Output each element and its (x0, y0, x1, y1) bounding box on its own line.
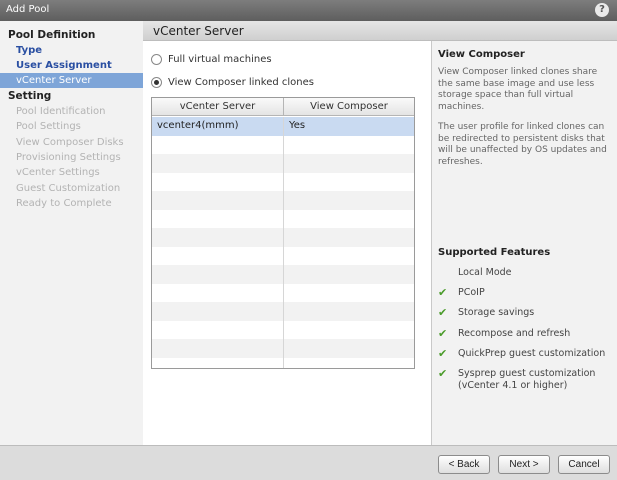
empty-row (152, 172, 414, 191)
feature-item: ✔ Sysprep guest customization (vCenter 4… (438, 368, 614, 391)
features-title: Supported Features (438, 247, 551, 258)
option-linked-clones[interactable]: View Composer linked clones (151, 75, 314, 89)
checkmark-icon: ✔ (438, 306, 448, 319)
checkmark-icon: ✔ (438, 347, 448, 360)
column-header-view-composer[interactable]: View Composer (284, 98, 414, 116)
info-panel: View Composer View Composer linked clone… (431, 41, 617, 445)
empty-row (152, 265, 414, 284)
vcenter-table: vCenter Server View Composer vcenter4(mm… (151, 97, 415, 369)
empty-row (152, 283, 414, 302)
empty-row (152, 246, 414, 265)
nav-item-vcenter-server[interactable]: vCenter Server (0, 73, 143, 88)
nav-item-type[interactable]: Type (0, 43, 143, 58)
nav-group-setting: Setting (8, 90, 52, 102)
feature-item: ✔ QuickPrep guest customization (438, 348, 614, 360)
info-title: View Composer (438, 49, 525, 60)
nav-group-pool-definition: Pool Definition (8, 29, 96, 41)
feature-label: PCoIP (458, 287, 485, 298)
empty-row (152, 320, 414, 339)
info-paragraph: The user profile for linked clones can b… (438, 122, 607, 167)
empty-row (152, 228, 414, 247)
checkmark-icon: ✔ (438, 286, 448, 299)
table-header: vCenter Server View Composer (152, 98, 414, 116)
cell-view-composer: Yes (289, 120, 306, 131)
empty-row (152, 339, 414, 358)
info-paragraph: View Composer linked clones share the sa… (438, 67, 598, 112)
page-title: vCenter Server (153, 24, 244, 38)
checkmark-icon: ✔ (438, 367, 448, 380)
window-titlebar: Add Pool ? (0, 0, 617, 21)
nav-item-ready-to-complete: Ready to Complete (16, 198, 112, 209)
radio-linked-clones[interactable] (151, 76, 162, 88)
feature-label: Recompose and refresh (458, 328, 571, 339)
next-button[interactable]: Next > (498, 455, 550, 474)
wizard-nav: Pool Definition Type User Assignment vCe… (0, 21, 143, 445)
nav-item-pool-identification: Pool Identification (16, 106, 106, 117)
nav-item-view-composer-disks: View Composer Disks (16, 137, 124, 148)
empty-row (152, 209, 414, 228)
column-header-vcenter-server[interactable]: vCenter Server (152, 98, 284, 116)
dialog-footer: < Back Next > Cancel (0, 445, 617, 480)
nav-item-user-assignment[interactable]: User Assignment (0, 58, 143, 73)
radio-label-full-virtual-machines: Full virtual machines (168, 53, 272, 65)
empty-row (152, 357, 414, 368)
feature-item: ✔ Storage savings (438, 307, 614, 319)
empty-row (152, 154, 414, 173)
radio-full-virtual-machines[interactable] (151, 53, 162, 65)
table-row[interactable]: vcenter4(mmm) Yes (152, 117, 414, 136)
nav-item-guest-customization: Guest Customization (16, 183, 121, 194)
empty-row (152, 135, 414, 154)
feature-label: Storage savings (458, 307, 535, 318)
nav-item-vcenter-settings: vCenter Settings (16, 167, 100, 178)
nav-item-pool-settings: Pool Settings (16, 121, 81, 132)
back-button[interactable]: < Back (438, 455, 490, 474)
feature-item: ✔ PCoIP (438, 287, 614, 299)
feature-label: Sysprep guest customization (vCenter 4.1… (458, 368, 596, 391)
empty-row (152, 302, 414, 321)
option-full-virtual-machines[interactable]: Full virtual machines (151, 52, 272, 66)
empty-row (152, 191, 414, 210)
cell-vcenter-server: vcenter4(mmm) (152, 117, 284, 136)
radio-label-linked-clones: View Composer linked clones (168, 76, 314, 88)
feature-label: QuickPrep guest customization (458, 348, 606, 359)
feature-item: ✔ Recompose and refresh (438, 328, 614, 340)
main-header: vCenter Server (143, 21, 617, 41)
feature-item: Local Mode (438, 267, 614, 279)
window-title: Add Pool (6, 4, 50, 15)
feature-label: Local Mode (458, 267, 512, 278)
checkmark-icon: ✔ (438, 327, 448, 340)
cancel-button[interactable]: Cancel (558, 455, 610, 474)
help-icon[interactable]: ? (595, 3, 609, 17)
nav-item-provisioning-settings: Provisioning Settings (16, 152, 121, 163)
